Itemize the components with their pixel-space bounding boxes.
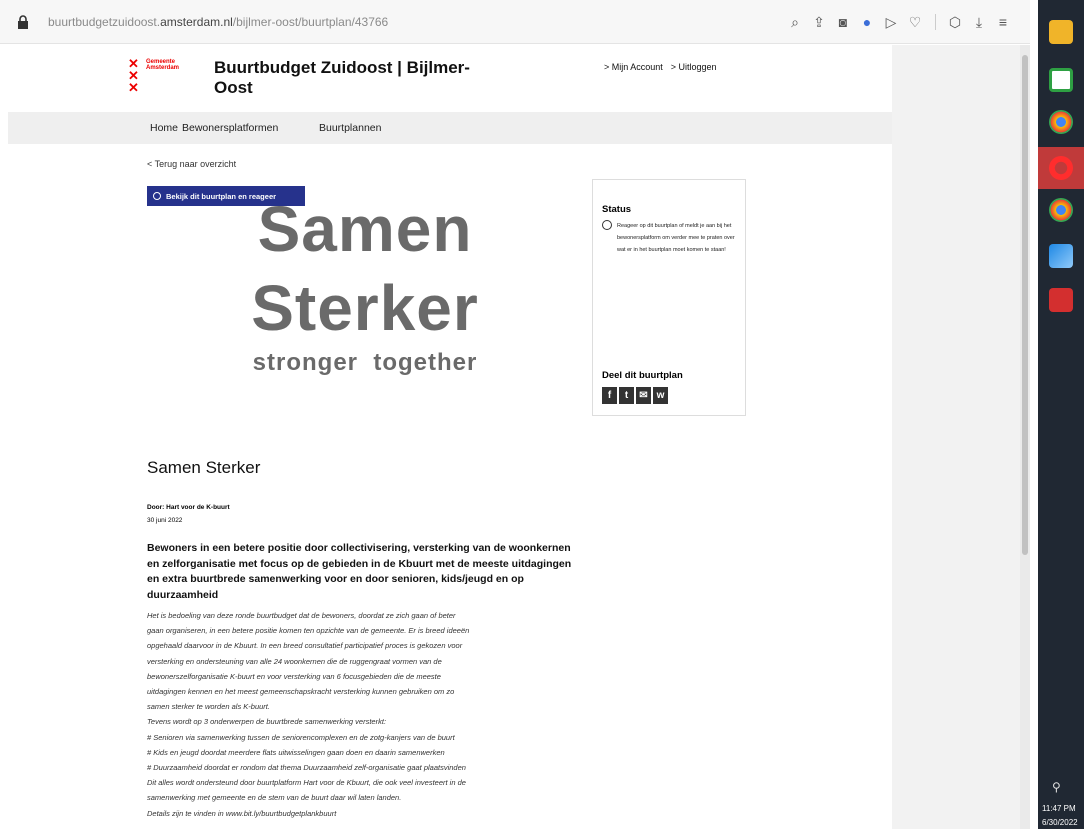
body-line: samenwerking met gemeente en de stem van… (147, 793, 402, 803)
body-line: # Duurzaamheid doordat er rondom dat the… (147, 763, 466, 773)
windows-taskbar: ⚲ 11:47 PM 6/30/2022 (1038, 0, 1084, 829)
clock-time[interactable]: 11:47 PM (1042, 804, 1076, 813)
address-bar[interactable]: buurtbudgetzuidoost.amsterdam.nl/bijlmer… (48, 15, 388, 29)
scrollbar-thumb[interactable] (1022, 55, 1028, 555)
photos-icon[interactable] (1049, 244, 1073, 268)
site-title[interactable]: Buurtbudget Zuidoost | Bijlmer-Oost (214, 58, 474, 98)
status-panel: Status Reageer op dit buurtplan of meldt… (592, 179, 746, 416)
body-line: Dit alles wordt ondersteund door buurtpl… (147, 778, 466, 788)
url-prefix: buurtbudgetzuidoost. (48, 15, 161, 29)
article-date: 30 juni 2022 (147, 517, 183, 524)
logo-text: Gemeente Amsterdam (146, 59, 180, 71)
article-author: Door: Hart voor de K-buurt (147, 504, 230, 511)
article-body: Het is bedoeling van deze ronde buurtbud… (147, 608, 597, 821)
body-line: bewonerszelforganisatie K-buurt en voor … (147, 671, 441, 681)
hero-line-2: Sterker (251, 272, 479, 344)
nav-item-buurtplannen[interactable]: Buurtplannen (319, 122, 381, 134)
evernote-icon[interactable] (1049, 68, 1073, 92)
hero-line-1: Samen (257, 193, 473, 265)
toolbar-divider (935, 14, 936, 30)
menu-icon[interactable]: ≡ (994, 13, 1012, 31)
network-icon[interactable]: ⚲ (1052, 780, 1068, 794)
body-line: uitdagingen kennen en het meest gemeensc… (147, 687, 455, 697)
gemeente-logo[interactable]: ✕ ✕ ✕ Gemeente Amsterdam (128, 56, 208, 102)
nav-item-bewonersplatformen[interactable]: Bewonersplatformen (182, 122, 278, 134)
body-line: # Kids en jeugd doordat meerdere flats u… (147, 747, 445, 757)
body-line: opgehaald daarvoor in de Kbuurt. In een … (147, 641, 463, 651)
pdf-reader-icon[interactable] (1049, 288, 1073, 312)
main-navigation: Home Bewonersplatformen Buurtplannen (8, 112, 892, 144)
body-line-link[interactable]: Details zijn te vinden in www.bit.ly/buu… (147, 806, 597, 821)
circle-icon (153, 192, 161, 200)
status-text: Reageer op dit buurtplan of meldt je aan… (617, 223, 735, 253)
body-line: versterking en ondersteuning van alle 24… (147, 656, 442, 666)
account-nav: > Mijn Account > Uitloggen (604, 62, 725, 72)
share-title: Deel dit buurtplan (602, 370, 683, 381)
body-line: Tevens wordt op 3 onderwerpen de buurtbr… (147, 717, 387, 727)
hero-line-3: stronger together (252, 349, 478, 376)
article: Samen Sterker Door: Hart voor de K-buurt… (147, 458, 597, 818)
back-to-overview-link[interactable]: < Terug naar overzicht (147, 159, 236, 169)
send-icon[interactable]: ▷ (882, 13, 900, 31)
file-explorer-icon[interactable] (1049, 20, 1073, 44)
opera-icon[interactable] (1049, 156, 1073, 180)
my-account-link[interactable]: > Mijn Account (604, 62, 663, 72)
facebook-icon[interactable]: f (602, 387, 617, 404)
share-page-icon[interactable]: ⇪ (810, 13, 828, 31)
whatsapp-icon[interactable]: w (653, 387, 668, 404)
url-path: /bijlmer-oost/buurtplan/43766 (232, 15, 389, 29)
browser-toolbar: buurtbudgetzuidoost.amsterdam.nl/bijlmer… (0, 0, 1030, 44)
xxx-emblem-icon: ✕ ✕ ✕ (128, 56, 139, 95)
clock-icon (602, 220, 612, 230)
twitter-icon[interactable]: t (619, 387, 634, 404)
clock-date[interactable]: 6/30/2022 (1042, 818, 1078, 827)
url-host: amsterdam.nl (160, 15, 233, 29)
body-line: samen sterker te worden als K-buurt. (147, 702, 270, 712)
download-icon[interactable]: ⤓ (970, 13, 988, 31)
share-icons: f t ✉ w (602, 387, 668, 404)
cube-icon[interactable]: ⬡ (946, 13, 964, 31)
email-icon[interactable]: ✉ (636, 387, 651, 404)
page-gutter (892, 45, 1020, 829)
heart-icon[interactable]: ♡ (906, 13, 924, 31)
chrome-icon-2[interactable] (1049, 198, 1073, 222)
chrome-icon[interactable] (1049, 110, 1073, 134)
body-line: # Senioren via samenwerking tussen de se… (147, 732, 455, 742)
body-line: Het is bedoeling van deze ronde buurtbud… (147, 611, 456, 620)
nav-item-home[interactable]: Home (150, 122, 178, 134)
article-title: Samen Sterker (147, 458, 261, 477)
body-line: gaan organiseren, in een betere positie … (147, 626, 470, 636)
article-lead: Bewoners in een betere positie door coll… (147, 542, 572, 601)
zoom-icon[interactable]: ⌕ (786, 13, 804, 31)
lock-icon (18, 15, 28, 29)
logout-link[interactable]: > Uitloggen (671, 62, 717, 72)
scrollbar[interactable] (1020, 45, 1030, 829)
camera-icon[interactable]: ◙ (834, 13, 852, 31)
hero-image: Samen Sterker stronger together (200, 190, 530, 378)
shield-icon[interactable]: ● (858, 13, 876, 31)
status-title: Status (602, 204, 632, 215)
